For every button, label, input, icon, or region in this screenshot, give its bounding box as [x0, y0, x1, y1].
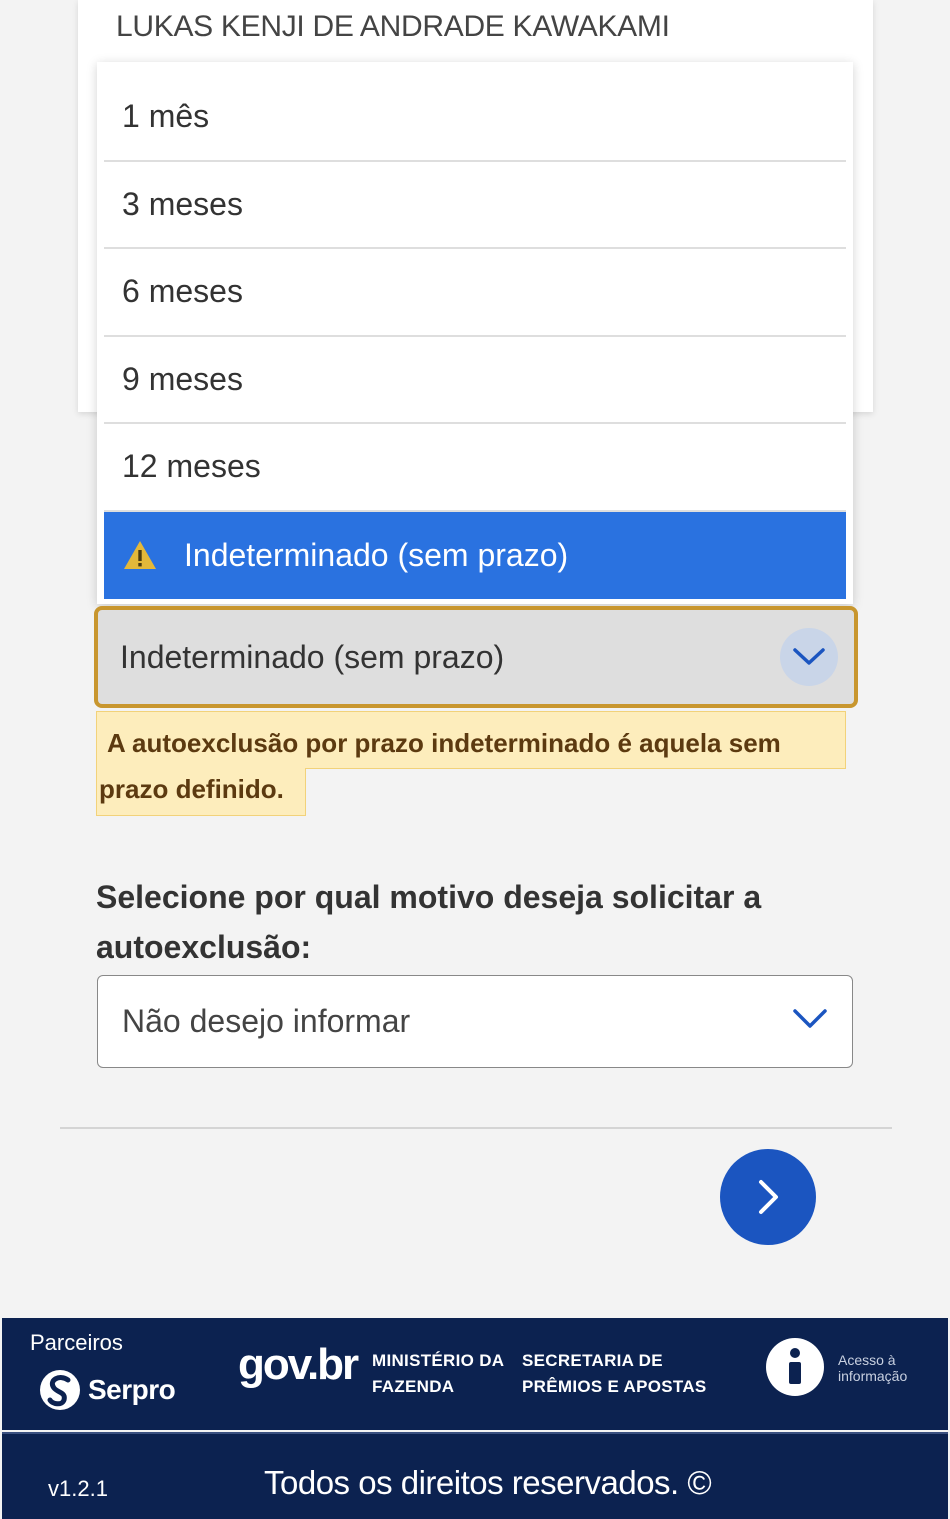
option-indeterminate[interactable]: Indeterminado (sem prazo) — [104, 511, 846, 599]
option-6-months[interactable]: 6 meses — [104, 249, 846, 337]
serpro-icon — [40, 1370, 80, 1410]
version-label: v1.2.1 — [48, 1476, 108, 1501]
option-label: 1 mês — [122, 98, 210, 135]
period-select-value: Indeterminado (sem prazo) — [120, 638, 505, 675]
option-label: 9 meses — [122, 360, 243, 397]
period-select[interactable]: Indeterminado (sem prazo) — [94, 606, 858, 708]
period-dropdown-list: 1 mês 3 meses 6 meses 9 meses 12 meses I… — [97, 62, 853, 604]
ministerio-line2: FAZENDA — [372, 1377, 455, 1396]
info-line2: informação — [838, 1368, 908, 1384]
option-3-months[interactable]: 3 meses — [104, 162, 846, 249]
footer-bottom: v1.2.1 Todos os direitos reservados. © — [2, 1432, 948, 1519]
chevron-down-icon[interactable] — [780, 628, 838, 686]
reason-select-value: Não desejo informar — [122, 1003, 411, 1039]
warning-icon — [124, 541, 156, 569]
serpro-text: Serpro — [88, 1374, 176, 1405]
secretaria-logo[interactable]: SECRETARIA DE PRÊMIOS E APOSTAS — [522, 1348, 707, 1400]
user-name: LUKAS KENJI DE ANDRADE KAWAKAMI — [116, 10, 670, 43]
info-icon[interactable] — [766, 1338, 824, 1396]
secretaria-line1: SECRETARIA DE — [522, 1351, 663, 1370]
info-line1: Acesso à — [838, 1352, 896, 1368]
acesso-informacao[interactable]: Acesso à informação — [838, 1352, 907, 1384]
partners-label: Parceiros — [30, 1330, 123, 1355]
warning-message: A autoexclusão por prazo indeterminado é… — [96, 711, 846, 769]
reason-question: Selecione por qual motivo deseja solicit… — [96, 879, 762, 965]
next-button[interactable] — [720, 1149, 816, 1245]
option-1-month[interactable]: 1 mês — [104, 74, 846, 162]
govbr-logo[interactable]: gov.br — [238, 1340, 359, 1390]
ministerio-line1: MINISTÉRIO DA — [372, 1351, 505, 1370]
copyright-text: Todos os direitos reservados. © — [264, 1464, 712, 1501]
warning-message-continued: prazo definido. — [96, 768, 306, 816]
divider — [60, 1127, 892, 1129]
option-label: Indeterminado (sem prazo) — [184, 536, 569, 573]
footer-partners: Parceiros Serpro gov.br MINISTÉRIO DA FA… — [2, 1318, 948, 1430]
serpro-logo[interactable]: Serpro — [38, 1368, 176, 1412]
option-12-months[interactable]: 12 meses — [104, 424, 846, 512]
option-label: 6 meses — [122, 273, 243, 310]
reason-select[interactable]: Não desejo informar — [97, 975, 853, 1068]
ministerio-fazenda-logo[interactable]: MINISTÉRIO DA FAZENDA — [372, 1348, 504, 1400]
option-label: 3 meses — [122, 185, 243, 222]
chevron-right-icon — [759, 1180, 778, 1214]
option-label: 12 meses — [122, 448, 261, 485]
option-9-months[interactable]: 9 meses — [104, 337, 846, 424]
secretaria-line2: PRÊMIOS E APOSTAS — [522, 1377, 707, 1396]
chevron-down-icon — [793, 1009, 827, 1028]
